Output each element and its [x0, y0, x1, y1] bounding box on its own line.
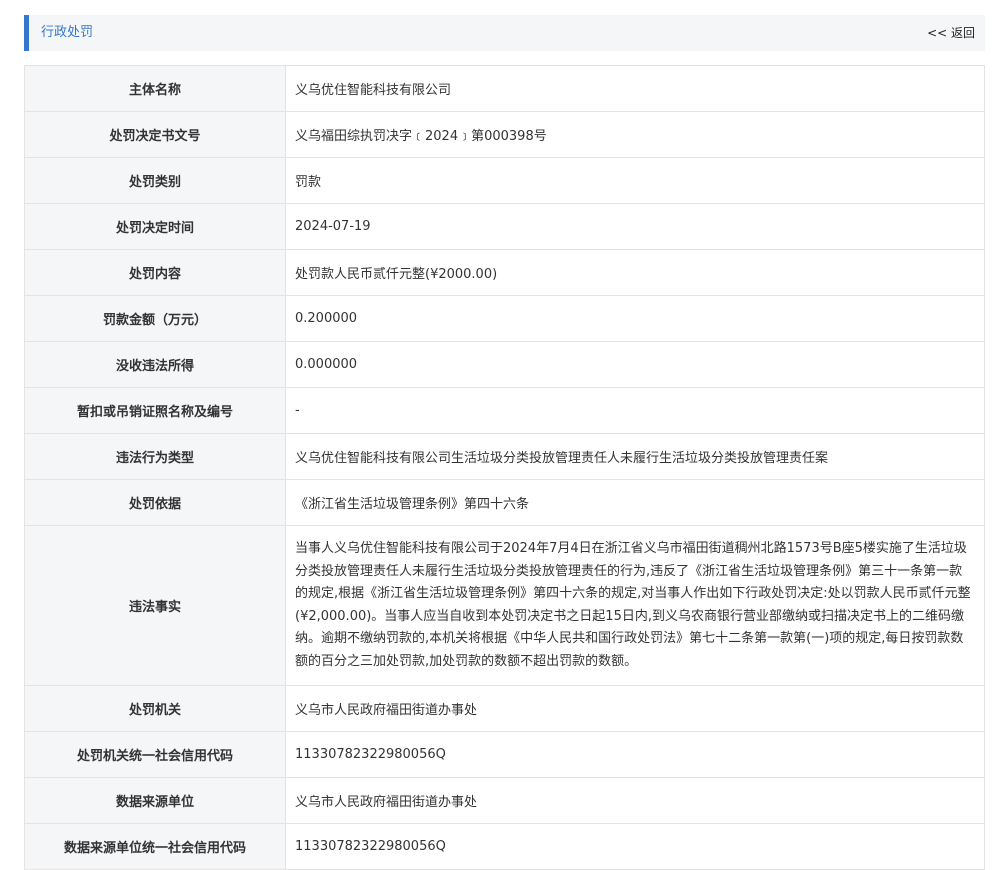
row-label: 数据来源单位统一社会信用代码 [24, 823, 286, 870]
panel-header: 行政处罚 << 返回 [24, 15, 985, 51]
row-label: 违法事实 [24, 525, 286, 686]
row-label: 主体名称 [24, 65, 286, 112]
row-value: 11330782322980056Q [285, 731, 985, 778]
row-value: 义乌市人民政府福田街道办事处 [285, 777, 985, 824]
page: 行政处罚 << 返回 主体名称 义乌优住智能科技有限公司 处罚决定书文号 义乌福… [0, 0, 1008, 870]
table-row: 没收违法所得 0.000000 [24, 341, 985, 388]
table-row: 暂扣或吊销证照名称及编号 - [24, 387, 985, 434]
table-row: 处罚机关 义乌市人民政府福田街道办事处 [24, 685, 985, 732]
row-value: 罚款 [285, 157, 985, 204]
table-row: 违法事实 当事人义乌优住智能科技有限公司于2024年7月4日在浙江省义乌市福田街… [24, 525, 985, 686]
row-value: 处罚款人民币贰仟元整(¥2000.00) [285, 249, 985, 296]
table-row: 处罚决定时间 2024-07-19 [24, 203, 985, 250]
back-link[interactable]: << 返回 [927, 15, 975, 51]
row-label: 处罚内容 [24, 249, 286, 296]
row-value: 义乌优住智能科技有限公司 [285, 65, 985, 112]
row-value: 0.200000 [285, 295, 985, 342]
row-value: 11330782322980056Q [285, 823, 985, 870]
table-row: 数据来源单位 义乌市人民政府福田街道办事处 [24, 777, 985, 824]
row-value: 义乌优住智能科技有限公司生活垃圾分类投放管理责任人未履行生活垃圾分类投放管理责任… [285, 433, 985, 480]
row-label: 处罚决定时间 [24, 203, 286, 250]
table-row: 处罚类别 罚款 [24, 157, 985, 204]
row-label: 处罚机关统一社会信用代码 [24, 731, 286, 778]
row-label: 暂扣或吊销证照名称及编号 [24, 387, 286, 434]
table-row: 违法行为类型 义乌优住智能科技有限公司生活垃圾分类投放管理责任人未履行生活垃圾分… [24, 433, 985, 480]
row-value: 0.000000 [285, 341, 985, 388]
table-row: 主体名称 义乌优住智能科技有限公司 [24, 65, 985, 112]
table-row: 处罚机关统一社会信用代码 11330782322980056Q [24, 731, 985, 778]
row-label: 没收违法所得 [24, 341, 286, 388]
row-value: 当事人义乌优住智能科技有限公司于2024年7月4日在浙江省义乌市福田街道稠州北路… [285, 525, 985, 686]
table-row: 数据来源单位统一社会信用代码 11330782322980056Q [24, 823, 985, 870]
table-row: 处罚决定书文号 义乌福田综执罚决字﹝2024﹞第000398号 [24, 111, 985, 158]
row-label: 处罚依据 [24, 479, 286, 526]
row-value: 义乌市人民政府福田街道办事处 [285, 685, 985, 732]
penalty-info-table: 主体名称 义乌优住智能科技有限公司 处罚决定书文号 义乌福田综执罚决字﹝2024… [24, 65, 985, 870]
row-label: 违法行为类型 [24, 433, 286, 480]
row-value: - [285, 387, 985, 434]
table-row: 处罚依据 《浙江省生活垃圾管理条例》第四十六条 [24, 479, 985, 526]
row-value: 2024-07-19 [285, 203, 985, 250]
panel-title: 行政处罚 [41, 25, 94, 40]
row-label: 罚款金额（万元） [24, 295, 286, 342]
table-row: 处罚内容 处罚款人民币贰仟元整(¥2000.00) [24, 249, 985, 296]
row-label: 处罚决定书文号 [24, 111, 286, 158]
row-label: 处罚类别 [24, 157, 286, 204]
row-label: 处罚机关 [24, 685, 286, 732]
row-label: 数据来源单位 [24, 777, 286, 824]
row-value: 《浙江省生活垃圾管理条例》第四十六条 [285, 479, 985, 526]
table-row: 罚款金额（万元） 0.200000 [24, 295, 985, 342]
row-value: 义乌福田综执罚决字﹝2024﹞第000398号 [285, 111, 985, 158]
